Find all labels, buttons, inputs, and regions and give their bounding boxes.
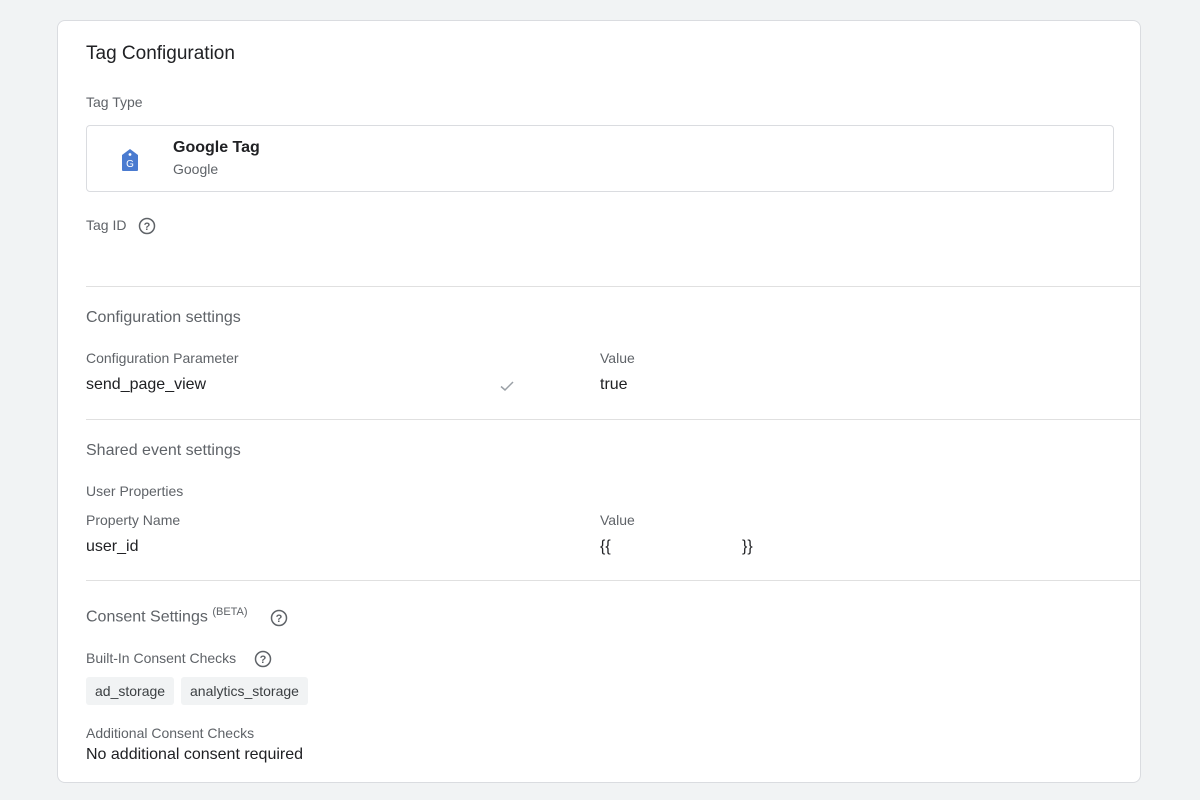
configuration-parameter-name: send_page_view: [86, 376, 207, 393]
configuration-parameter-header: Configuration Parameter: [86, 350, 239, 366]
check-icon: [499, 378, 515, 394]
tag-type-vendor: Google: [173, 161, 219, 177]
svg-text:?: ?: [260, 654, 267, 666]
svg-text:?: ?: [276, 613, 283, 625]
property-value-open-brace: {{: [600, 538, 611, 555]
shared-event-settings-heading: Shared event settings: [86, 442, 241, 459]
user-properties-label: User Properties: [86, 483, 184, 499]
svg-text:?: ?: [144, 221, 151, 233]
property-name-header: Property Name: [86, 512, 181, 528]
consent-check-chip: analytics_storage: [181, 677, 308, 705]
configuration-value-header: Value: [600, 350, 635, 366]
question-circle-icon[interactable]: ?: [270, 609, 288, 627]
card-title: Tag Configuration: [86, 43, 235, 64]
consent-settings-title: Consent Settings: [86, 608, 208, 626]
consent-settings-heading: Consent Settings (BETA): [86, 606, 248, 626]
google-tag-icon: G: [121, 148, 139, 172]
divider: [86, 419, 1140, 420]
configuration-settings-heading: Configuration settings: [86, 309, 241, 326]
tag-type-name: Google Tag: [173, 139, 260, 156]
consent-check-chip: ad_storage: [86, 677, 175, 705]
property-value-close-brace: }}: [742, 538, 753, 555]
additional-consent-value: No additional consent required: [86, 746, 304, 763]
additional-consent-checks-label: Additional Consent Checks: [86, 725, 255, 741]
tag-icon-letter: G: [126, 159, 134, 170]
configuration-parameter-value: true: [600, 376, 628, 393]
built-in-consent-checks-label: Built-In Consent Checks: [86, 650, 237, 666]
beta-badge: (BETA): [212, 606, 248, 618]
tag-type-label: Tag Type: [86, 94, 143, 110]
tag-type-selector[interactable]: G Google Tag Google: [86, 125, 1114, 192]
tag-configuration-card: Tag Configuration Tag Type G Google Tag …: [57, 20, 1141, 783]
property-name-value: user_id: [86, 538, 139, 555]
divider: [86, 286, 1140, 287]
tag-id-label: Tag ID: [86, 217, 127, 233]
divider: [86, 580, 1140, 581]
question-circle-icon[interactable]: ?: [254, 650, 272, 668]
property-value-header: Value: [600, 512, 635, 528]
question-circle-icon[interactable]: ?: [138, 217, 156, 235]
